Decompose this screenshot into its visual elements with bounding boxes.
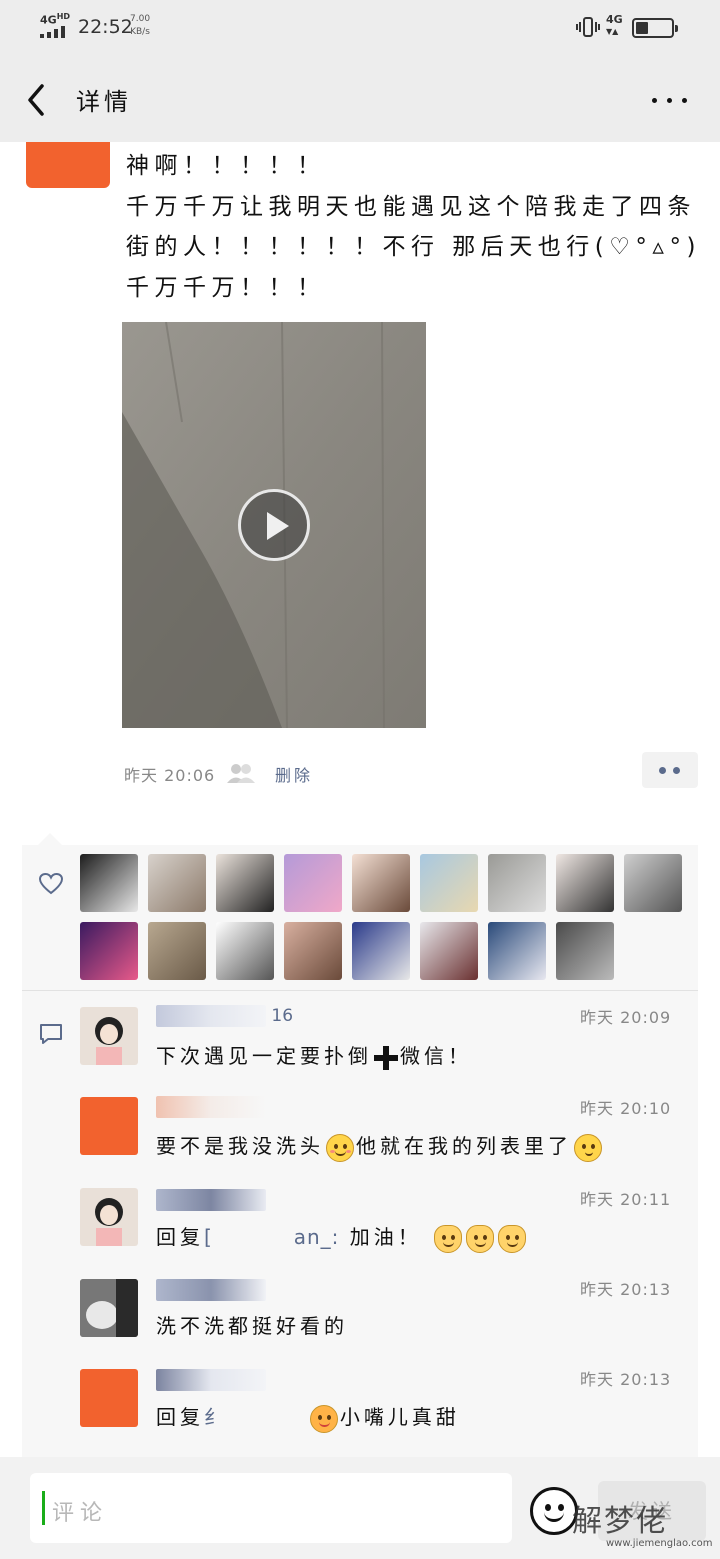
reply-target-link[interactable]: 纟 xyxy=(204,1405,225,1429)
play-icon xyxy=(267,512,289,540)
clock: 22:52 xyxy=(78,16,133,38)
back-arrow-icon[interactable] xyxy=(20,80,56,120)
cat-emoji-icon xyxy=(466,1224,495,1253)
liker-avatar[interactable] xyxy=(420,854,478,912)
post-content: 神啊！！！！！ 千万千万让我明天也能遇见这个陪我走了四条街的人！！！！！！不行 … xyxy=(126,153,701,301)
comment-author[interactable] xyxy=(156,1369,266,1391)
smile-emoji-icon xyxy=(326,1133,354,1162)
cat-emoji-icon xyxy=(498,1224,527,1253)
friends-visibility-icon[interactable] xyxy=(226,762,256,784)
nav-bar: 详情 xyxy=(0,56,720,142)
more-options-icon[interactable] xyxy=(648,88,692,112)
comment-text: 回复[ an_: 加油！ xyxy=(156,1221,528,1253)
comment-avatar[interactable] xyxy=(80,1007,138,1065)
signal-bars-icon xyxy=(40,26,70,38)
comment-avatar[interactable] xyxy=(80,1188,138,1246)
comment-author[interactable] xyxy=(156,1279,266,1301)
liker-avatar[interactable] xyxy=(148,922,206,980)
plus-emoji-icon xyxy=(374,1045,398,1070)
comment-placeholder: 评论 xyxy=(52,1501,109,1526)
comment-avatar[interactable] xyxy=(80,1097,138,1155)
comment-author[interactable]: 16 xyxy=(156,1005,293,1027)
page-title: 详情 xyxy=(76,88,132,116)
vibrate-icon xyxy=(576,17,600,37)
liker-avatar[interactable] xyxy=(216,922,274,980)
liker-avatar[interactable] xyxy=(488,922,546,980)
play-button[interactable] xyxy=(238,489,310,561)
liker-avatar[interactable] xyxy=(556,854,614,912)
post-time: 昨天 20:06 xyxy=(124,766,216,785)
avatar-photo xyxy=(80,1279,138,1337)
panel-pointer xyxy=(38,833,62,845)
comment-avatar[interactable] xyxy=(80,1279,138,1337)
watermark-url: www.jiemenglao.com xyxy=(606,1538,713,1549)
avatar-illustration xyxy=(95,1198,123,1246)
yum-emoji-icon xyxy=(309,1404,338,1433)
liker-avatar[interactable] xyxy=(352,854,410,912)
comment-input[interactable]: 评论 xyxy=(30,1473,512,1543)
cellular-4g: 4G ▼▲ xyxy=(606,13,623,37)
reply-target-link[interactable]: [ an_: xyxy=(204,1225,339,1249)
comment-time: 昨天 20:13 xyxy=(580,1280,672,1299)
comment-avatar[interactable] xyxy=(80,1369,138,1427)
comment-author[interactable] xyxy=(156,1096,266,1118)
network-type: 4GHD xyxy=(40,12,71,27)
comment-text: 下次遇见一定要扑倒 微信！ xyxy=(156,1044,472,1070)
cat-emoji-icon xyxy=(434,1224,463,1253)
liker-avatar[interactable] xyxy=(624,854,682,912)
liker-avatar[interactable] xyxy=(556,922,614,980)
liker-avatar[interactable] xyxy=(352,922,410,980)
liker-avatar[interactable] xyxy=(148,854,206,912)
liker-avatar[interactable] xyxy=(216,854,274,912)
net-speed: 7.00 KB/s xyxy=(130,14,151,37)
liker-avatar[interactable] xyxy=(488,854,546,912)
liker-avatar[interactable] xyxy=(284,922,342,980)
author-avatar[interactable] xyxy=(26,142,110,188)
comment-time: 昨天 20:09 xyxy=(580,1008,672,1027)
comment-time: 昨天 20:11 xyxy=(580,1190,672,1209)
comment-text: 洗不洗都挺好看的 xyxy=(156,1314,348,1338)
video-thumbnail[interactable] xyxy=(122,322,426,728)
comment-time: 昨天 20:10 xyxy=(580,1099,672,1118)
comment-like-menu-button[interactable] xyxy=(642,752,698,788)
status-bar: 4GHD 22:52 7.00 KB/s 4G ▼▲ xyxy=(0,0,720,56)
comment-text: 要不是我没洗头 他就在我的列表里了 xyxy=(156,1130,604,1162)
battery-icon xyxy=(632,18,678,38)
delete-link[interactable]: 删除 xyxy=(275,762,313,786)
liker-avatar[interactable] xyxy=(80,854,138,912)
comment-time: 昨天 20:13 xyxy=(580,1370,672,1389)
divider xyxy=(22,990,698,991)
emoji-picker-icon[interactable] xyxy=(530,1487,578,1535)
comment-text: 回复纟 小嘴儿真甜 xyxy=(156,1401,460,1433)
thinking-emoji-icon xyxy=(574,1133,602,1162)
avatar-illustration xyxy=(95,1017,123,1065)
comment-icon xyxy=(40,1024,62,1044)
liker-avatar[interactable] xyxy=(80,922,138,980)
liker-avatar[interactable] xyxy=(284,854,342,912)
comment-author[interactable] xyxy=(156,1189,266,1211)
watermark-brand: 解梦佬 xyxy=(572,1504,668,1539)
liker-avatar[interactable] xyxy=(420,922,478,980)
text-cursor xyxy=(42,1491,45,1525)
heart-icon xyxy=(38,872,64,895)
